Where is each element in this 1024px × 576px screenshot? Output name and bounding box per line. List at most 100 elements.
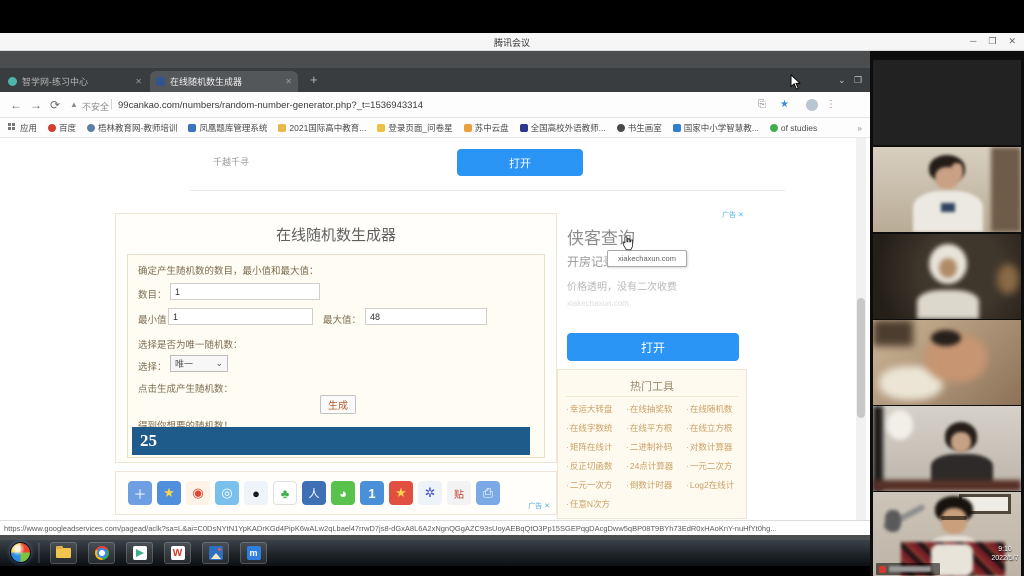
scrollbar-thumb[interactable]	[857, 298, 865, 418]
participant-video-5[interactable]	[873, 406, 1021, 491]
tool-link[interactable]: 24点计算器	[626, 460, 686, 479]
tab-label: 在线随机数生成器	[170, 75, 280, 88]
chevron-down-icon: ⌄	[215, 358, 223, 369]
tool-link[interactable]: 在线随机数	[686, 403, 742, 422]
maximize-icon[interactable]: ❐	[988, 36, 996, 47]
participant-video-6[interactable]	[873, 492, 1021, 576]
wechat-icon[interactable]: ◕	[331, 481, 355, 505]
tool-link[interactable]: 反正切函数	[566, 460, 626, 479]
tab-close-icon[interactable]: ✕	[285, 77, 292, 86]
tool-link[interactable]: 一元二次方	[686, 460, 742, 479]
qq-icon[interactable]: ●	[244, 481, 268, 505]
url-text[interactable]: 99cankao.com/numbers/random-number-gener…	[118, 100, 718, 111]
tab-zhixue[interactable]: 智学网-练习中心 ✕	[2, 71, 148, 92]
tencent-meeting-icon	[133, 546, 147, 560]
tool-link[interactable]: Log2在线计	[686, 479, 742, 498]
photos-taskbar-button[interactable]	[202, 542, 229, 564]
bookmark-item[interactable]: 苏中云盘	[464, 122, 509, 134]
close-icon[interactable]: ✕	[1008, 36, 1016, 47]
taskbar-clock[interactable]: 9:10 2022/5/7	[990, 545, 1020, 563]
sina-weibo-icon[interactable]: ◉	[186, 481, 210, 505]
tab-search-chevron-icon[interactable]: ⌄	[838, 75, 846, 86]
vertical-scrollbar[interactable]	[856, 138, 866, 520]
tab-label: 智学网-练习中心	[22, 75, 130, 88]
yixin-icon[interactable]: 1	[360, 481, 384, 505]
tool-link[interactable]: 在线平方根	[626, 422, 686, 441]
wps-taskbar-button[interactable]: W	[164, 542, 191, 564]
tool-link[interactable]: 在线立方根	[686, 422, 742, 441]
bookmark-item[interactable]: 全国高校外语教师...	[520, 122, 606, 134]
favicon-icon	[48, 124, 56, 132]
meeting-taskbar-button[interactable]	[126, 542, 153, 564]
tab-random-generator[interactable]: 在线随机数生成器 ✕	[150, 71, 298, 92]
video-art	[997, 264, 1019, 294]
window-restore-icon[interactable]: ❐	[854, 75, 862, 86]
douban-icon[interactable]: ♣	[273, 481, 297, 505]
back-icon[interactable]: ←	[10, 98, 22, 112]
bookmarks-overflow-icon[interactable]: »	[857, 123, 862, 133]
participant-video-1[interactable]	[873, 60, 1021, 145]
min-input[interactable]	[168, 308, 313, 325]
qzone-icon[interactable]: ★	[157, 481, 181, 505]
tool-link[interactable]: 倒数计时器	[626, 479, 686, 498]
participant-video-2[interactable]	[873, 147, 1021, 232]
bookmark-item[interactable]: 凤凰题库管理系统	[188, 122, 267, 134]
participant-video-4[interactable]	[873, 320, 1021, 405]
start-button-icon[interactable]	[10, 542, 31, 563]
share-add-icon[interactable]: ＋	[128, 481, 152, 505]
bookmark-item[interactable]: 2021国际高中教育...	[278, 122, 366, 134]
tencent-weibo-icon[interactable]: ◎	[215, 481, 239, 505]
top-ad-open-button[interactable]: 打开	[457, 149, 583, 176]
bookmark-item[interactable]: 国家中小学智慧教...	[673, 122, 759, 134]
tool-link[interactable]: 在线字数统	[566, 422, 626, 441]
bookmark-star-icon[interactable]: ★	[780, 99, 789, 110]
tool-link[interactable]: 矩阵在线计	[566, 441, 626, 460]
ad-badge[interactable]: 广告 ✕	[722, 210, 744, 220]
ad-badge[interactable]: 广告 ✕	[528, 501, 550, 511]
mindmaster-taskbar-button[interactable]: m	[240, 542, 267, 564]
baidu-paw-icon[interactable]: ✲	[418, 481, 442, 505]
tool-link[interactable]: 幸运大转盘	[566, 403, 626, 422]
chrome-window: 智学网-练习中心 ✕ 在线随机数生成器 ✕ + ⌄ ❐ ← → ⟳ ▲ 不安全 …	[0, 68, 870, 535]
tool-link[interactable]: 任意N次方	[566, 498, 626, 517]
tool-link[interactable]: 二进制补码	[626, 441, 686, 460]
bookmark-item[interactable]: of studies	[770, 123, 817, 133]
chrome-taskbar-button[interactable]	[88, 542, 115, 564]
explorer-taskbar-button[interactable]	[50, 542, 77, 564]
kebab-menu-icon[interactable]: ⋮	[826, 99, 836, 110]
share-icon[interactable]: ⎘	[758, 99, 766, 110]
bookmark-item[interactable]: 梧林教育网-教师培训	[87, 122, 177, 134]
video-art	[991, 147, 1021, 232]
tool-link[interactable]: 对数计算器	[686, 441, 742, 460]
count-input[interactable]	[170, 283, 320, 300]
side-ad-open-button[interactable]: 打开	[567, 333, 739, 361]
max-input[interactable]	[365, 308, 487, 325]
forward-icon[interactable]: →	[30, 98, 42, 112]
tool-link[interactable]: 二元一次方	[566, 479, 626, 498]
unique-instruction-text: 选择是否为唯一随机数：	[138, 337, 243, 351]
not-secure-warning-icon[interactable]: ▲	[70, 100, 78, 109]
tab-bar: 智学网-练习中心 ✕ 在线随机数生成器 ✕ + ⌄ ❐	[0, 68, 870, 92]
participant-video-3[interactable]	[873, 234, 1021, 319]
reload-icon[interactable]: ⟳	[50, 98, 60, 112]
generate-button[interactable]: 生成	[320, 395, 356, 414]
print-icon[interactable]: ⎙	[476, 481, 500, 505]
bookmark-item[interactable]: 书生画室	[617, 122, 662, 134]
video-art	[887, 410, 913, 440]
tool-link[interactable]: 在线抽奖软	[626, 403, 686, 422]
bookmark-apps[interactable]: 应用	[8, 122, 37, 134]
tab-close-icon[interactable]: ✕	[135, 77, 142, 86]
unique-select[interactable]: 唯一 ⌄	[170, 355, 228, 372]
chrome-icon	[95, 546, 109, 560]
renren-icon[interactable]: 人	[302, 481, 326, 505]
profile-avatar[interactable]	[806, 99, 818, 111]
tieba-icon[interactable]: 贴	[447, 481, 471, 505]
minimize-icon[interactable]: ─	[970, 36, 976, 47]
favicon-icon	[617, 124, 625, 132]
baidu-favorite-icon[interactable]: ★	[389, 481, 413, 505]
side-ad-url: xiakechaxun.com	[567, 299, 629, 308]
bookmark-item[interactable]: 百度	[48, 122, 76, 134]
participant-video-strip	[870, 51, 1024, 576]
bookmark-item[interactable]: 登录页面_问卷星	[377, 122, 452, 134]
new-tab-button[interactable]: +	[310, 73, 318, 86]
